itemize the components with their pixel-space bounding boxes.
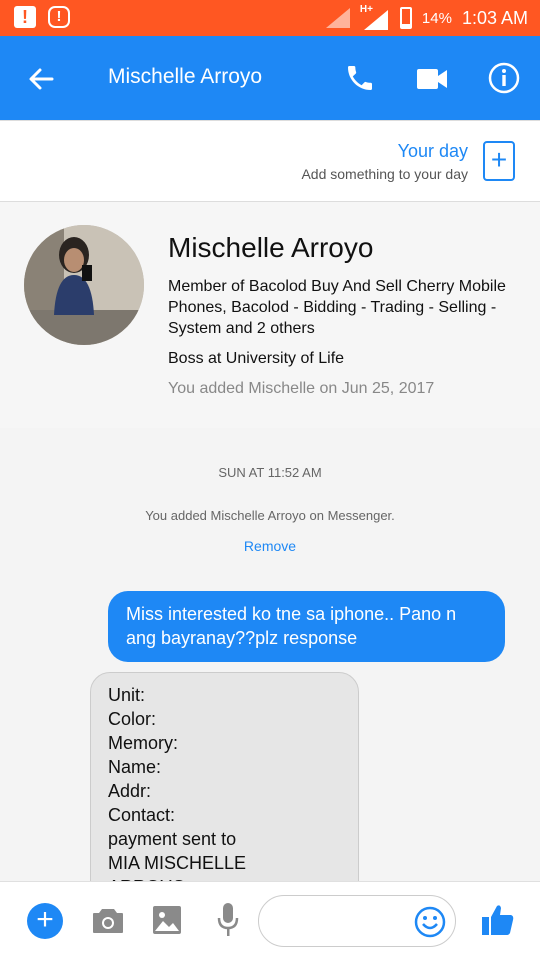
battery-level-fill [401, 24, 410, 27]
battery-icon [399, 7, 412, 29]
profile-name: Mischelle Arroyo [168, 232, 374, 263]
status-bar: ! ! H+ 14% 1:03 AM [0, 0, 540, 36]
emoji-icon[interactable] [414, 906, 446, 938]
avatar[interactable] [24, 225, 144, 345]
phone-icon[interactable] [344, 62, 376, 94]
back-arrow-icon[interactable] [26, 64, 56, 94]
your-day-title: Your day [397, 141, 468, 161]
wifi-signal-icon [325, 8, 350, 28]
add-to-day-button[interactable]: + [483, 141, 515, 181]
conversation-header: Mischelle Arroyo [0, 36, 540, 120]
incoming-message-bubble[interactable]: Unit: Color: Memory: Name: Addr: Contact… [90, 672, 359, 881]
message-thread[interactable]: SUN AT 11:52 AM You added Mischelle Arro… [0, 428, 540, 881]
message-timestamp: SUN AT 11:52 AM [218, 465, 322, 480]
camera-icon[interactable] [92, 906, 124, 934]
avatar-photo [24, 225, 144, 345]
profile-added-date: You added Mischelle on Jun 25, 2017 [168, 380, 435, 397]
image-icon[interactable] [152, 905, 182, 935]
profile-groups: Member of Bacolod Buy And Sell Cherry Mo… [168, 278, 506, 337]
battery-percent: 14% [421, 9, 452, 27]
remove-link[interactable]: Remove [0, 538, 540, 554]
warning-icon: ! [48, 6, 70, 28]
contact-name-title[interactable]: Mischelle Arroyo [108, 65, 262, 89]
video-camera-icon[interactable] [416, 66, 448, 92]
microphone-icon[interactable] [217, 902, 239, 938]
sd-card-alert-icon: ! [14, 6, 36, 28]
profile-work: Boss at University of Life [168, 350, 345, 367]
clock: 1:03 AM [461, 7, 528, 28]
network-type-label: H+ [359, 4, 373, 15]
thumbs-up-icon[interactable] [480, 902, 516, 938]
outgoing-message-bubble[interactable]: Miss interested ko tne sa iphone.. Pano … [108, 591, 505, 662]
message-composer: + [0, 881, 540, 961]
contact-profile-card: Mischelle Arroyo Member of Bacolod Buy A… [0, 202, 540, 429]
system-message: You added Mischelle Arroyo on Messenger. [145, 508, 395, 523]
your-day-subtitle: Add something to your day [301, 166, 468, 182]
plus-icon[interactable]: + [27, 903, 63, 939]
info-icon[interactable] [488, 62, 520, 94]
cell-signal-icon: H+ [359, 4, 390, 30]
your-day-banner[interactable]: Your day Add something to your day + [0, 120, 540, 202]
